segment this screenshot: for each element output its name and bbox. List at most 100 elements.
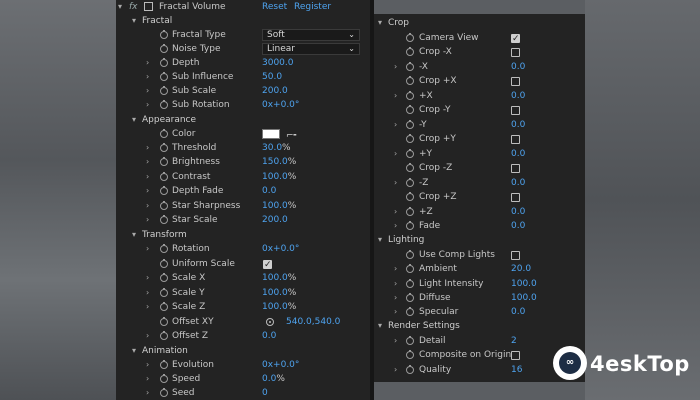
- speed-value[interactable]: 0.0%: [262, 372, 285, 386]
- chevron-right-icon[interactable]: ›: [394, 147, 397, 161]
- stopwatch-icon[interactable]: [160, 302, 168, 311]
- stopwatch-icon[interactable]: [406, 105, 414, 114]
- evolution-value[interactable]: 0x+0.0°: [262, 358, 299, 372]
- crop-pos-y-checkbox[interactable]: [511, 135, 520, 144]
- chevron-right-icon[interactable]: ›: [146, 329, 149, 343]
- use-comp-lights-checkbox[interactable]: [511, 251, 520, 260]
- rotation-value[interactable]: 0x+0.0°: [262, 242, 299, 256]
- chevron-right-icon[interactable]: ›: [146, 358, 149, 372]
- chevron-right-icon[interactable]: ›: [146, 141, 149, 155]
- stopwatch-icon[interactable]: [160, 86, 168, 95]
- stopwatch-icon[interactable]: [160, 172, 168, 181]
- chevron-right-icon[interactable]: ›: [394, 176, 397, 190]
- chevron-right-icon[interactable]: ›: [146, 199, 149, 213]
- stopwatch-icon[interactable]: [160, 273, 168, 282]
- pos-y-value[interactable]: 0.0: [511, 147, 525, 161]
- brightness-value[interactable]: 150.0%: [262, 155, 296, 169]
- chevron-right-icon[interactable]: ›: [146, 155, 149, 169]
- stopwatch-icon[interactable]: [406, 192, 414, 201]
- stopwatch-icon[interactable]: [160, 201, 168, 210]
- sub-rotation-value[interactable]: 0x+0.0°: [262, 98, 299, 112]
- stopwatch-icon[interactable]: [160, 317, 168, 326]
- star-sharpness-value[interactable]: 100.0%: [262, 199, 296, 213]
- depth-fade-value[interactable]: 0.0: [262, 184, 276, 198]
- crop-neg-z-checkbox[interactable]: [511, 164, 520, 173]
- crop-neg-y-checkbox[interactable]: [511, 106, 520, 115]
- chevron-right-icon[interactable]: ›: [394, 334, 397, 348]
- stopwatch-icon[interactable]: [406, 149, 414, 158]
- seed-value[interactable]: 0: [262, 386, 268, 400]
- stopwatch-icon[interactable]: [160, 129, 168, 138]
- chevron-right-icon[interactable]: ›: [146, 170, 149, 184]
- stopwatch-icon[interactable]: [406, 178, 414, 187]
- stopwatch-icon[interactable]: [160, 215, 168, 224]
- chevron-right-icon[interactable]: ›: [394, 89, 397, 103]
- stopwatch-icon[interactable]: [160, 44, 168, 53]
- stopwatch-icon[interactable]: [160, 388, 168, 397]
- specular-value[interactable]: 0.0: [511, 305, 525, 319]
- section-transform[interactable]: ▾ Transform: [116, 228, 370, 242]
- stopwatch-icon[interactable]: [406, 76, 414, 85]
- stopwatch-icon[interactable]: [160, 244, 168, 253]
- stopwatch-icon[interactable]: [160, 331, 168, 340]
- pos-x-value[interactable]: 0.0: [511, 89, 525, 103]
- chevron-right-icon[interactable]: ›: [146, 286, 149, 300]
- chevron-down-icon[interactable]: ▾: [132, 14, 136, 28]
- chevron-down-icon[interactable]: ▾: [378, 233, 382, 247]
- fractal-type-dropdown[interactable]: Soft ⌄: [262, 29, 360, 41]
- stopwatch-icon[interactable]: [406, 163, 414, 172]
- chevron-right-icon[interactable]: ›: [146, 386, 149, 400]
- stopwatch-icon[interactable]: [160, 143, 168, 152]
- composite-on-origin-checkbox[interactable]: [511, 351, 520, 360]
- chevron-down-icon[interactable]: ▾: [132, 113, 136, 127]
- uniform-scale-checkbox[interactable]: [263, 258, 272, 272]
- camera-view-checkbox[interactable]: [511, 32, 520, 46]
- stopwatch-icon[interactable]: [406, 293, 414, 302]
- stopwatch-icon[interactable]: [406, 264, 414, 273]
- stopwatch-icon[interactable]: [160, 259, 168, 268]
- chevron-right-icon[interactable]: ›: [146, 242, 149, 256]
- chevron-down-icon[interactable]: ▾: [132, 344, 136, 358]
- neg-x-value[interactable]: 0.0: [511, 60, 525, 74]
- light-intensity-value[interactable]: 100.0: [511, 277, 537, 291]
- scale-x-value[interactable]: 100.0%: [262, 271, 296, 285]
- chevron-right-icon[interactable]: ›: [394, 363, 397, 377]
- chevron-right-icon[interactable]: ›: [394, 305, 397, 319]
- stopwatch-icon[interactable]: [160, 360, 168, 369]
- offset-xy-value[interactable]: 540.0,540.0: [286, 315, 340, 329]
- crop-neg-x-checkbox[interactable]: [511, 48, 520, 57]
- reset-link[interactable]: Reset: [262, 0, 287, 14]
- sub-influence-value[interactable]: 50.0: [262, 70, 282, 84]
- crop-pos-z-checkbox[interactable]: [511, 193, 520, 202]
- stopwatch-icon[interactable]: [406, 120, 414, 129]
- chevron-right-icon[interactable]: ›: [146, 300, 149, 314]
- stopwatch-icon[interactable]: [406, 91, 414, 100]
- stopwatch-icon[interactable]: [406, 221, 414, 230]
- ambient-value[interactable]: 20.0: [511, 262, 531, 276]
- stopwatch-icon[interactable]: [406, 307, 414, 316]
- stopwatch-icon[interactable]: [406, 134, 414, 143]
- chevron-right-icon[interactable]: ›: [394, 60, 397, 74]
- chevron-right-icon[interactable]: ›: [146, 70, 149, 84]
- neg-z-value[interactable]: 0.0: [511, 176, 525, 190]
- fade-value[interactable]: 0.0: [511, 219, 525, 233]
- threshold-value[interactable]: 30.0%: [262, 141, 291, 155]
- stopwatch-icon[interactable]: [406, 207, 414, 216]
- chevron-right-icon[interactable]: ›: [146, 98, 149, 112]
- detail-value[interactable]: 2: [511, 334, 517, 348]
- stopwatch-icon[interactable]: [406, 62, 414, 71]
- quality-value[interactable]: 16: [511, 363, 522, 377]
- register-link[interactable]: Register: [294, 0, 331, 14]
- offset-z-value[interactable]: 0.0: [262, 329, 276, 343]
- stopwatch-icon[interactable]: [406, 279, 414, 288]
- chevron-right-icon[interactable]: ›: [394, 205, 397, 219]
- stopwatch-icon[interactable]: [160, 288, 168, 297]
- chevron-right-icon[interactable]: ›: [146, 184, 149, 198]
- chevron-right-icon[interactable]: ›: [146, 372, 149, 386]
- pos-z-value[interactable]: 0.0: [511, 205, 525, 219]
- scale-z-value[interactable]: 100.0%: [262, 300, 296, 314]
- star-scale-value[interactable]: 200.0: [262, 213, 288, 227]
- stopwatch-icon[interactable]: [406, 47, 414, 56]
- chevron-right-icon[interactable]: ›: [394, 118, 397, 132]
- stopwatch-icon[interactable]: [160, 100, 168, 109]
